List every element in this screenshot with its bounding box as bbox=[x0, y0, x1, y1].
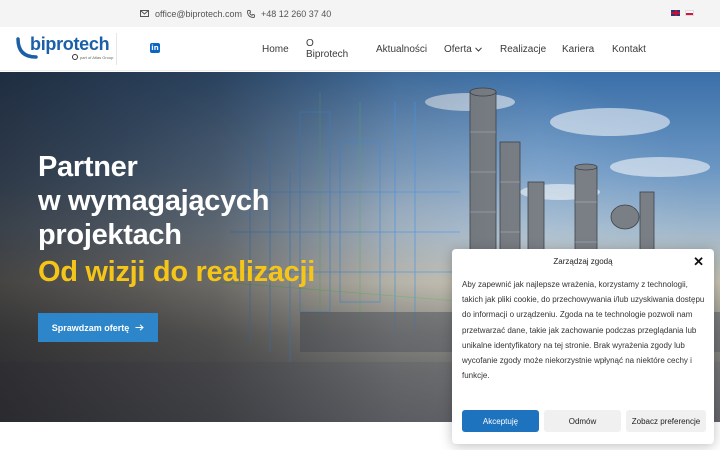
chevron-down-icon bbox=[474, 46, 482, 52]
phone-link[interactable]: +48 12 260 37 40 bbox=[247, 0, 331, 27]
nav-item-o-biprotech[interactable]: O Biprotech bbox=[306, 38, 348, 60]
linkedin-icon[interactable]: in bbox=[150, 43, 160, 53]
nav-item-aktualnosci[interactable]: Aktualności bbox=[376, 44, 427, 55]
logo-ring-icon bbox=[72, 54, 78, 60]
cta-label: Sprawdzam ofertę bbox=[51, 322, 130, 333]
cta-button[interactable]: Sprawdzam ofertę bbox=[38, 313, 158, 342]
hero-title: Partner w wymagających projektach bbox=[38, 150, 269, 252]
logo-subtext: part of Atlas Group bbox=[72, 54, 113, 60]
close-icon[interactable]: ✕ bbox=[693, 255, 704, 268]
mail-icon bbox=[140, 10, 149, 17]
language-switcher bbox=[671, 10, 694, 16]
cookie-title: Zarządzaj zgodą bbox=[553, 257, 613, 266]
email-text: office@biprotech.com bbox=[155, 8, 243, 19]
accept-button[interactable]: Akceptuję bbox=[462, 410, 539, 432]
hero-title-line-3: projektach bbox=[38, 219, 182, 251]
arrow-right-icon bbox=[135, 324, 145, 331]
deny-button[interactable]: Odmów bbox=[544, 410, 621, 432]
cookie-body: Aby zapewnić jak najlepsze wrażenia, kor… bbox=[462, 280, 705, 381]
nav-item-oferta[interactable]: Oferta bbox=[444, 44, 482, 55]
cookie-consent-dialog: Zarządzaj zgodą ✕ Aby zapewnić jak najle… bbox=[452, 249, 714, 444]
email-link[interactable]: office@biprotech.com bbox=[140, 0, 242, 27]
nav-item-oferta-label: Oferta bbox=[444, 43, 472, 55]
preferences-button[interactable]: Zobacz preferencje bbox=[626, 410, 706, 432]
phone-icon bbox=[247, 9, 255, 18]
flag-pl-icon[interactable] bbox=[685, 10, 694, 16]
nav-item-home[interactable]: Home bbox=[262, 44, 289, 55]
header-divider bbox=[116, 33, 117, 65]
flag-en-icon[interactable] bbox=[671, 10, 680, 16]
hero-subtitle: Od wizji do realizacji bbox=[38, 256, 316, 288]
site-header: biprotech part of Atlas Group in Home O … bbox=[0, 27, 720, 71]
hero-title-line-1: Partner bbox=[38, 151, 138, 183]
nav-item-realizacje[interactable]: Realizacje bbox=[500, 44, 546, 55]
cookie-buttons: Akceptuję Odmów Zobacz preferencje bbox=[462, 410, 706, 432]
phone-text: +48 12 260 37 40 bbox=[261, 8, 332, 19]
nav-item-kariera[interactable]: Kariera bbox=[562, 44, 594, 55]
logo-text: biprotech bbox=[30, 34, 110, 54]
hero-title-line-2: w wymagających bbox=[38, 185, 270, 217]
top-contact-bar: office@biprotech.com +48 12 260 37 40 bbox=[0, 0, 720, 27]
nav-item-kontakt[interactable]: Kontakt bbox=[612, 44, 646, 55]
